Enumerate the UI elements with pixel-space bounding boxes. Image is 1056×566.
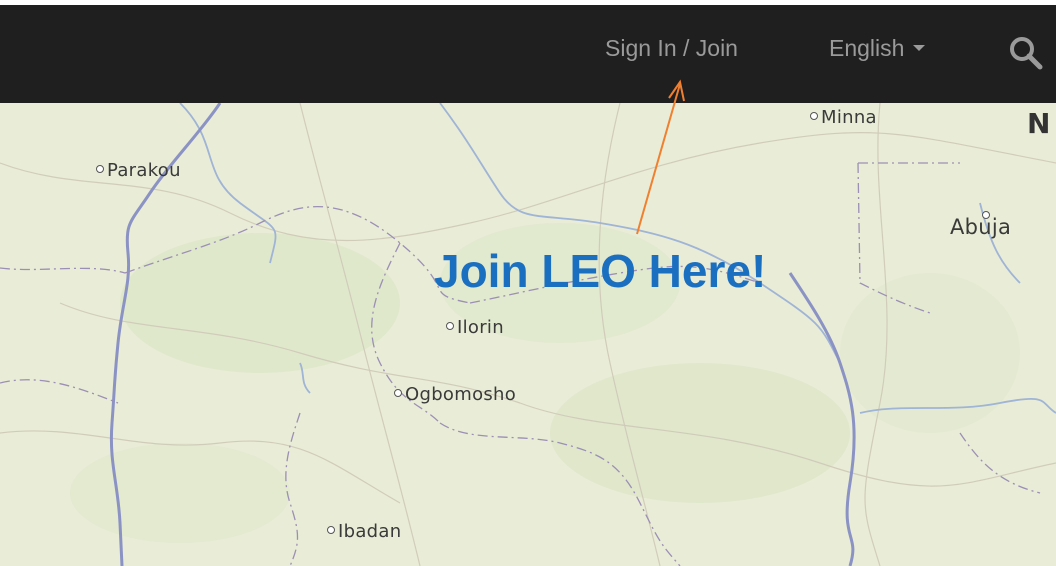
city-dot-icon bbox=[810, 112, 818, 120]
country-label-partial: N bbox=[1027, 107, 1051, 140]
city-abuja: Abuja bbox=[950, 211, 1012, 239]
search-button[interactable] bbox=[1006, 33, 1046, 73]
city-label: Parakou bbox=[107, 160, 181, 181]
search-icon bbox=[1010, 37, 1043, 70]
language-dropdown[interactable]: English bbox=[829, 35, 926, 62]
city-dot-icon bbox=[327, 526, 335, 534]
city-dot-icon bbox=[446, 322, 454, 330]
city-label: Ilorin bbox=[457, 317, 504, 338]
city-label: Minna bbox=[821, 107, 877, 128]
city-ilorin: Ilorin bbox=[446, 317, 504, 338]
city-label: Ibadan bbox=[338, 521, 402, 542]
city-parakou: Parakou bbox=[96, 160, 181, 181]
top-navbar: Sign In / Join English bbox=[0, 5, 1056, 103]
city-dot-icon bbox=[982, 211, 990, 219]
city-label: Abuja bbox=[950, 215, 1012, 239]
caret-down-icon bbox=[913, 44, 926, 51]
signin-join-link[interactable]: Sign In / Join bbox=[605, 35, 738, 62]
city-ibadan: Ibadan bbox=[327, 521, 401, 542]
language-label: English bbox=[829, 35, 905, 61]
city-minna: Minna bbox=[810, 107, 877, 128]
city-dot-icon bbox=[96, 165, 104, 173]
city-label: Ogbomosho bbox=[405, 384, 517, 405]
city-ogbomosho: Ogbomosho bbox=[394, 384, 516, 405]
city-dot-icon bbox=[394, 389, 402, 397]
join-callout-text: Join LEO Here! bbox=[434, 245, 767, 297]
map-view[interactable]: Minna Parakou Abuja Ilorin Ogbomosho Iba… bbox=[0, 103, 1056, 566]
